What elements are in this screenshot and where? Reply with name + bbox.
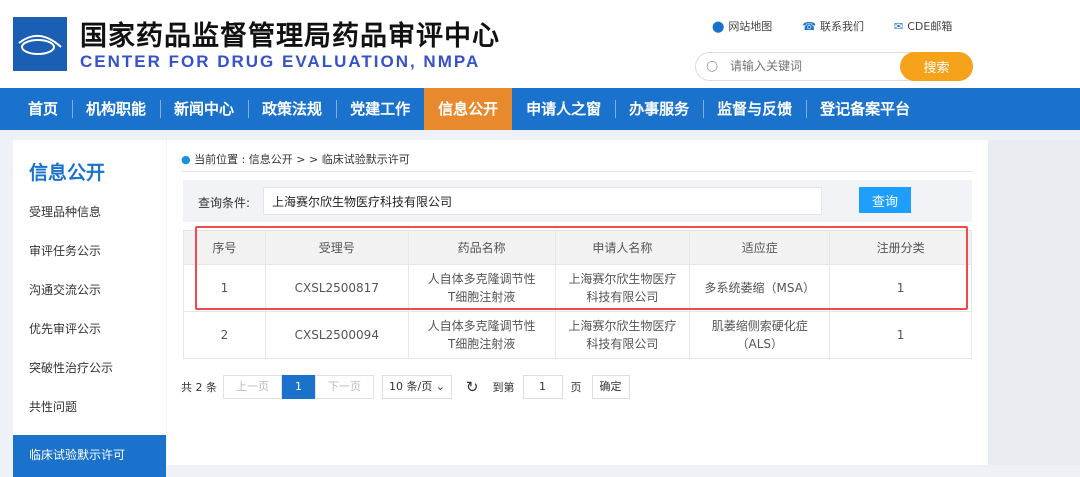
page-label: 页	[570, 381, 582, 394]
cell: CXSL2500094	[264, 311, 409, 359]
page-size-value: 10 条/页	[389, 380, 433, 393]
sidebar-item[interactable]: 突破性治疗公示	[13, 352, 166, 391]
divider	[181, 171, 973, 172]
right-margin	[988, 140, 1080, 465]
site-search: ○ 搜索	[695, 52, 973, 81]
nav-policy[interactable]: 政策法规	[248, 88, 336, 130]
cde-logo[interactable]	[13, 17, 67, 71]
site-title-cn: 国家药品监督管理局药品审评中心	[80, 21, 500, 52]
page-size-select[interactable]: 10 条/页 ⌄	[382, 375, 452, 399]
mail-link[interactable]: ✉ CDE邮箱	[894, 18, 952, 34]
cell: 人自体多克隆调节性T细胞注射液	[407, 311, 556, 359]
total-count: 共 2 条	[181, 381, 217, 394]
sidebar-item-active[interactable]: 临床试验默示许可	[13, 435, 166, 477]
goto-page-input[interactable]: 1	[522, 375, 563, 399]
nav-services[interactable]: 办事服务	[615, 88, 703, 130]
nav-applicant[interactable]: 申请人之窗	[512, 88, 615, 130]
search-button[interactable]: 搜索	[900, 52, 973, 81]
sidebar-item[interactable]: 优先审评公示	[13, 313, 166, 352]
confirm-button[interactable]: 确定	[591, 375, 630, 399]
query-label: 查询条件:	[198, 196, 251, 210]
next-page-button[interactable]: 下一页	[315, 375, 374, 399]
map-pin-icon: ⬤	[712, 20, 725, 33]
refresh-icon[interactable]: ↻	[466, 378, 479, 396]
link-label: CDE邮箱	[907, 20, 953, 33]
cell: 肌萎缩侧索硬化症（ALS）	[689, 311, 831, 359]
query-bar: 查询条件: 查询	[183, 180, 972, 222]
query-input[interactable]	[263, 187, 822, 215]
nav-home[interactable]: 首页	[14, 88, 72, 130]
search-icon: ○	[706, 58, 719, 74]
nav-party[interactable]: 党建工作	[336, 88, 424, 130]
query-button[interactable]: 查询	[859, 187, 911, 213]
table-row[interactable]: 2 CXSL2500094 人自体多克隆调节性T细胞注射液 上海赛尔欣生物医疗科…	[183, 311, 972, 359]
sidebar: 信息公开 受理品种信息 审评任务公示 沟通交流公示 优先审评公示 突破性治疗公示…	[13, 140, 166, 477]
cell: 上海赛尔欣生物医疗科技有限公司	[554, 311, 691, 359]
link-label: 网站地图	[728, 20, 773, 33]
mail-icon: ✉	[894, 20, 904, 33]
site-header: 国家药品监督管理局药品审评中心 CENTER FOR DRUG EVALUATI…	[0, 0, 1080, 88]
goto-label: 到第	[492, 381, 515, 394]
cell: 1	[829, 311, 972, 359]
main-nav: 首页 机构职能 新闻中心 政策法规 党建工作 信息公开 申请人之窗 办事服务 监…	[0, 88, 1080, 130]
sidebar-item[interactable]: 沟通交流公示	[13, 274, 166, 313]
main-content: ● 当前位置 : 信息公开 > > 临床试验默示许可 查询条件: 查询 序号 受…	[167, 140, 988, 465]
chevron-down-icon: ⌄	[435, 380, 445, 393]
nav-news[interactable]: 新闻中心	[160, 88, 248, 130]
nav-feedback[interactable]: 监督与反馈	[703, 88, 806, 130]
link-label: 联系我们	[820, 20, 865, 33]
nav-registration[interactable]: 登记备案平台	[806, 88, 924, 130]
sidebar-item[interactable]: 受理品种信息	[13, 196, 166, 235]
sidebar-item[interactable]: 共性问题	[13, 391, 166, 430]
pagination: 共 2 条 上一页 1 下一页 10 条/页 ⌄ ↻ 到第 1 页 确定	[181, 375, 630, 399]
search-input[interactable]	[730, 59, 890, 73]
contact-link[interactable]: ☎ 联系我们	[802, 18, 864, 34]
sidebar-title: 信息公开	[29, 162, 106, 184]
breadcrumb-current: 临床试验默示许可	[321, 153, 410, 166]
breadcrumb-prefix: 当前位置 : 信息公开 > >	[194, 153, 322, 166]
nav-functions[interactable]: 机构职能	[72, 88, 160, 130]
site-title-en: CENTER FOR DRUG EVALUATION, NMPA	[80, 52, 481, 71]
location-icon: ●	[181, 153, 191, 166]
nav-info-public[interactable]: 信息公开	[424, 88, 513, 130]
breadcrumb: ● 当前位置 : 信息公开 > > 临床试验默示许可	[181, 151, 410, 167]
prev-page-button[interactable]: 上一页	[223, 375, 282, 399]
sitemap-link[interactable]: ⬤ 网站地图	[712, 18, 772, 34]
page-1-button[interactable]: 1	[282, 375, 315, 399]
highlight-box	[195, 226, 968, 310]
phone-icon: ☎	[802, 20, 817, 33]
sidebar-item[interactable]: 审评任务公示	[13, 235, 166, 274]
cell: 2	[183, 311, 266, 359]
